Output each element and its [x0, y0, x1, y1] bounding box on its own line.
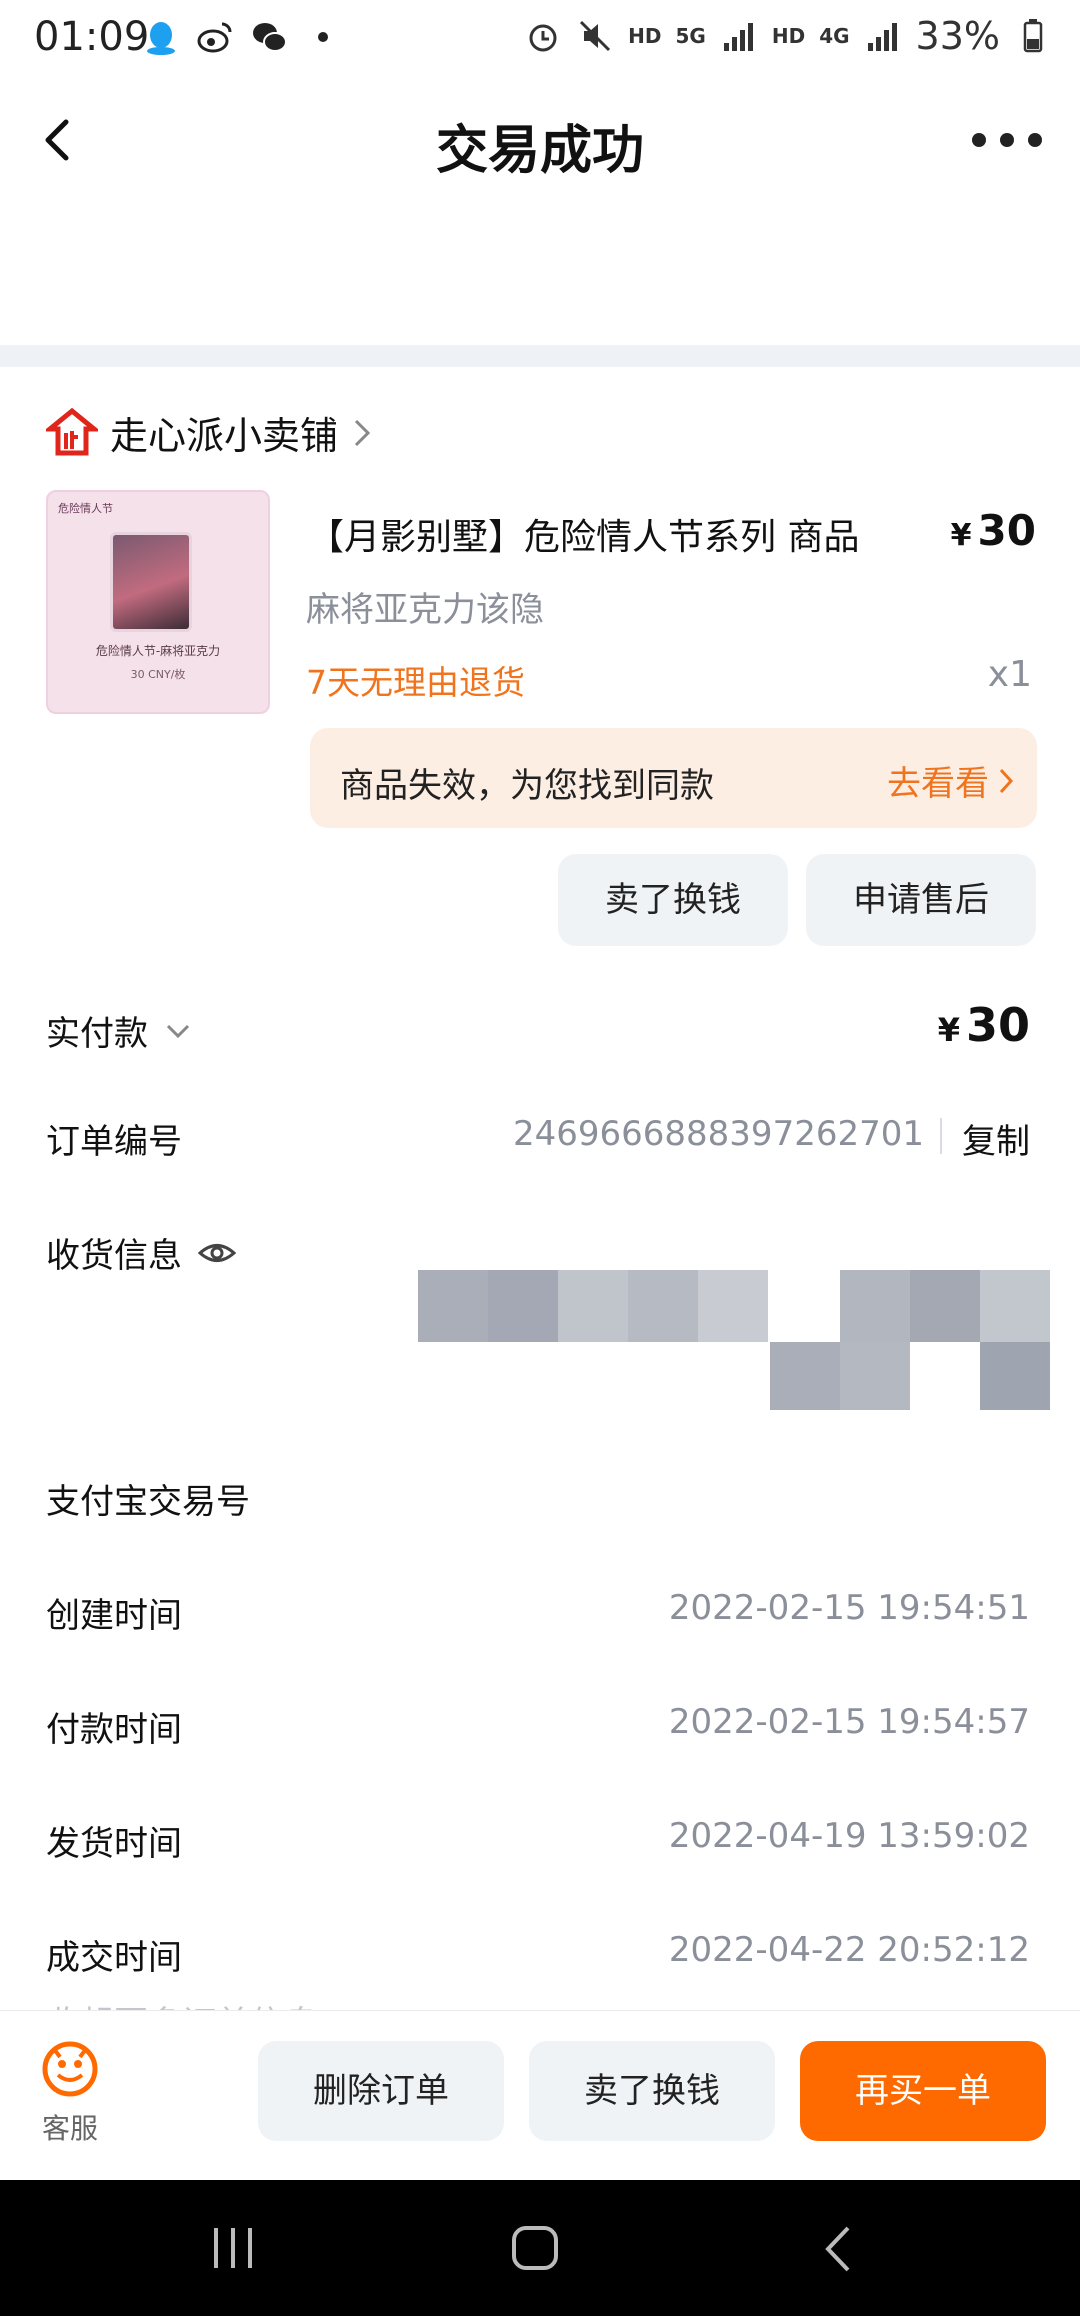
order-number: 2469666888397262701 [512, 1114, 924, 1154]
paid-amount-label: 实付款 [46, 1014, 148, 1054]
view-similar-link[interactable]: 去看看 [887, 756, 1015, 805]
product-quantity: x1 [987, 654, 1032, 695]
chevron-right-icon [354, 419, 371, 446]
product-price: ¥30 [951, 506, 1036, 555]
home-icon[interactable] [510, 2224, 560, 2272]
paid-time: 2022-02-15 19:54:57 [668, 1702, 1030, 1742]
copy-order-number-button[interactable]: 复制 [962, 1114, 1030, 1163]
similar-item-banner[interactable]: 商品失效，为您找到同款 去看看 [310, 728, 1037, 828]
signal-icon-2 [867, 23, 897, 51]
similar-item-text: 商品失效，为您找到同款 [340, 766, 714, 806]
more-options-icon[interactable] [972, 120, 1042, 160]
customer-service-icon [42, 2041, 98, 2097]
nav-header: 交易成功 [0, 80, 1080, 210]
dot-icon [318, 32, 328, 42]
buy-again-button[interactable]: 再买一单 [800, 2041, 1046, 2141]
product-title[interactable]: 【月影别墅】危险情人节系列 商品 [308, 508, 859, 560]
system-nav-bar [0, 2180, 1080, 2316]
shop-name: 走心派小卖铺 [110, 414, 339, 458]
qq-icon [147, 22, 175, 55]
currency-symbol: ¥ [950, 518, 972, 553]
4g-label: 4G [819, 24, 850, 48]
view-similar-label: 去看看 [887, 764, 989, 804]
chevron-down-icon [166, 1024, 190, 1038]
redacted-shipping-address [418, 1270, 1050, 1410]
battery-percent: 33% [915, 14, 1000, 58]
customer-service-label: 客服 [41, 2112, 98, 2145]
product-spec: 麻将亚克力该隐 [306, 590, 544, 630]
5g-label: 5G [675, 24, 706, 48]
bottom-action-bar: 客服 删除订单 卖了换钱 再买一单 [0, 2010, 1080, 2180]
shipping-info-row: 收货信息 [46, 1228, 236, 1277]
return-policy-tag: 7天无理由退货 [306, 663, 525, 702]
thumb-price: 30 CNY/枚 [130, 668, 186, 681]
weibo-icon [197, 22, 232, 53]
copy-divider [940, 1118, 942, 1154]
sell-for-cash-bottom-button[interactable]: 卖了换钱 [529, 2041, 775, 2141]
alarm-icon [529, 24, 557, 52]
shipping-info-label: 收货信息 [46, 1236, 182, 1276]
closed-time: 2022-04-22 20:52:12 [668, 1930, 1030, 1970]
eye-icon[interactable] [198, 1238, 236, 1268]
shop-link[interactable]: 走心派小卖铺 [46, 405, 374, 460]
mute-icon [580, 20, 611, 52]
created-time-label: 创建时间 [46, 1596, 182, 1636]
hd-label-2: HD [771, 24, 806, 48]
page-title: 交易成功 [435, 121, 644, 181]
shipped-time: 2022-04-19 13:59:02 [668, 1816, 1030, 1856]
currency-symbol: ¥ [937, 1011, 960, 1049]
paid-amount: ¥30 [938, 998, 1030, 1052]
signal-icon [723, 23, 753, 51]
status-bar: 01:09 HD 5G HD 4G 33% [0, 0, 1080, 80]
battery-icon [1023, 19, 1043, 53]
alipay-trade-label: 支付宝交易号 [46, 1482, 250, 1522]
customer-service-button[interactable]: 客服 [30, 2039, 110, 2147]
system-status: HD 5G HD 4G 33% [524, 14, 1052, 58]
shipped-time-label: 发货时间 [46, 1824, 182, 1864]
paid-amount-value: 30 [965, 998, 1030, 1052]
notification-icons [142, 18, 342, 56]
thumb-card-art [110, 532, 192, 632]
shop-badge-icon [46, 407, 98, 455]
product-image[interactable]: 危险情人节 危险情人节-麻将亚克力 30 CNY/枚 [46, 490, 270, 714]
wechat-icon [253, 23, 287, 52]
sell-for-cash-button[interactable]: 卖了换钱 [558, 854, 788, 946]
section-divider [0, 345, 1080, 367]
order-number-label: 订单编号 [46, 1122, 182, 1162]
created-time: 2022-02-15 19:54:51 [668, 1588, 1030, 1628]
recent-apps-icon[interactable] [210, 2226, 256, 2270]
delete-order-button[interactable]: 删除订单 [258, 2041, 504, 2141]
status-time: 01:09 [34, 14, 150, 60]
thumb-caption: 危险情人节-麻将亚克力 [95, 644, 221, 658]
hd-label: HD [628, 24, 662, 48]
product-price-value: 30 [977, 506, 1036, 555]
thumb-logo: 危险情人节 [58, 502, 113, 515]
paid-time-label: 付款时间 [46, 1710, 182, 1750]
header-spacer [0, 210, 1080, 345]
paid-amount-toggle[interactable]: 实付款 [46, 1006, 192, 1055]
chevron-right-icon [999, 768, 1014, 793]
after-sale-button[interactable]: 申请售后 [806, 854, 1036, 946]
back-nav-icon[interactable] [820, 2224, 856, 2274]
closed-time-label: 成交时间 [46, 1938, 182, 1978]
